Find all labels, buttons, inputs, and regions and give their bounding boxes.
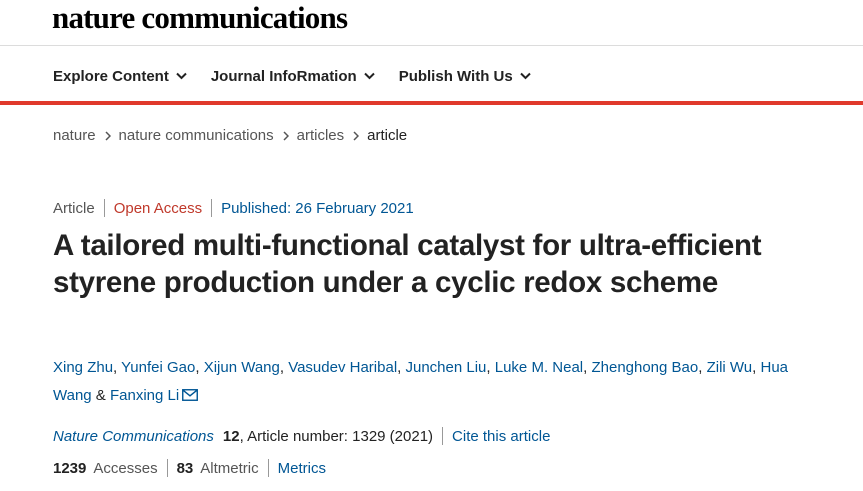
author-link[interactable]: Zili Wu (707, 359, 753, 376)
citation-line: Nature Communications 12 , Article numbe… (53, 427, 550, 445)
journal-logo[interactable]: nature communications (52, 0, 348, 38)
site-header: nature communications Explore Content Jo… (0, 0, 863, 106)
breadcrumb-nature[interactable]: nature (53, 127, 96, 144)
chevron-right-icon (353, 130, 360, 141)
accesses-count: 1239 (53, 459, 87, 477)
altmetric-count: 83 (176, 459, 194, 477)
chevron-down-icon (363, 72, 375, 80)
metrics-bar: 1239 Accesses 83 Altmetric Metrics (53, 459, 326, 477)
author-separator: , (113, 359, 122, 376)
author-link[interactable]: Junchen Liu (406, 359, 487, 376)
article-number: , Article number: 1329 (2021) (239, 427, 434, 445)
author-separator: , (279, 359, 289, 376)
article-title: A tailored multi-functional catalyst for… (53, 229, 762, 299)
nav-explore-content-label: Explore Content (53, 67, 169, 85)
volume-number: 12 (222, 427, 240, 445)
article-type: Article (53, 199, 95, 217)
nav-publish-with-us[interactable]: Publish With Us (399, 68, 531, 85)
author-separator: , (397, 359, 406, 376)
article-meta: Article Open Access Published: 26 Februa… (53, 199, 414, 217)
header-accent-bar (0, 101, 863, 105)
header-divider (0, 45, 863, 46)
chevron-down-icon (176, 72, 187, 80)
breadcrumb: nature nature communications articles ar… (53, 127, 407, 144)
cite-this-article-link[interactable]: Cite this article (452, 428, 550, 445)
author-link[interactable]: Luke M. Neal (495, 359, 583, 376)
breadcrumb-articles[interactable]: articles (297, 127, 345, 144)
chevron-right-icon (283, 130, 289, 141)
author-separator: , (195, 359, 204, 376)
altmetric-label: Altmetric (200, 459, 259, 477)
nav-publish-with-us-label: Publish With Us (398, 67, 513, 85)
author-separator: & (91, 387, 110, 404)
author-link[interactable]: Fanxing Li (110, 387, 179, 404)
chevron-down-icon (520, 72, 531, 80)
chevron-right-icon (105, 130, 111, 141)
author-separator: , (486, 359, 495, 376)
divider (166, 459, 168, 477)
divider (442, 427, 444, 445)
breadcrumb-nature-communications[interactable]: nature communications (119, 127, 274, 144)
envelope-icon[interactable] (182, 389, 199, 401)
divider (103, 199, 105, 217)
author-separator: , (698, 359, 707, 376)
main-nav: Explore Content Journal InfoRmation Publ… (53, 62, 555, 90)
author-link[interactable]: Yunfei Gao (121, 359, 195, 376)
divider (211, 199, 213, 217)
accesses-label: Accesses (93, 459, 158, 477)
author-link[interactable]: Zhenghong Bao (591, 359, 698, 376)
author-link[interactable]: Xing Zhu (53, 359, 113, 376)
published-date: Published: 26 February 2021 (221, 199, 414, 217)
breadcrumb-current: article (367, 127, 408, 144)
metrics-link[interactable]: Metrics (278, 460, 326, 477)
author-link[interactable]: Xijun Wang (204, 359, 280, 376)
divider (267, 459, 269, 477)
nav-journal-information-label: Journal InfoRmation (210, 67, 357, 85)
open-access-badge: Open Access (113, 199, 203, 217)
nav-journal-information[interactable]: Journal InfoRmation (211, 68, 375, 85)
author-list: Xing Zhu, Yunfei Gao, Xijun Wang, Vasude… (53, 354, 813, 410)
nav-explore-content[interactable]: Explore Content (53, 68, 187, 85)
journal-name[interactable]: Nature Communications (53, 428, 214, 445)
author-link[interactable]: Vasudev Haribal (288, 359, 397, 376)
